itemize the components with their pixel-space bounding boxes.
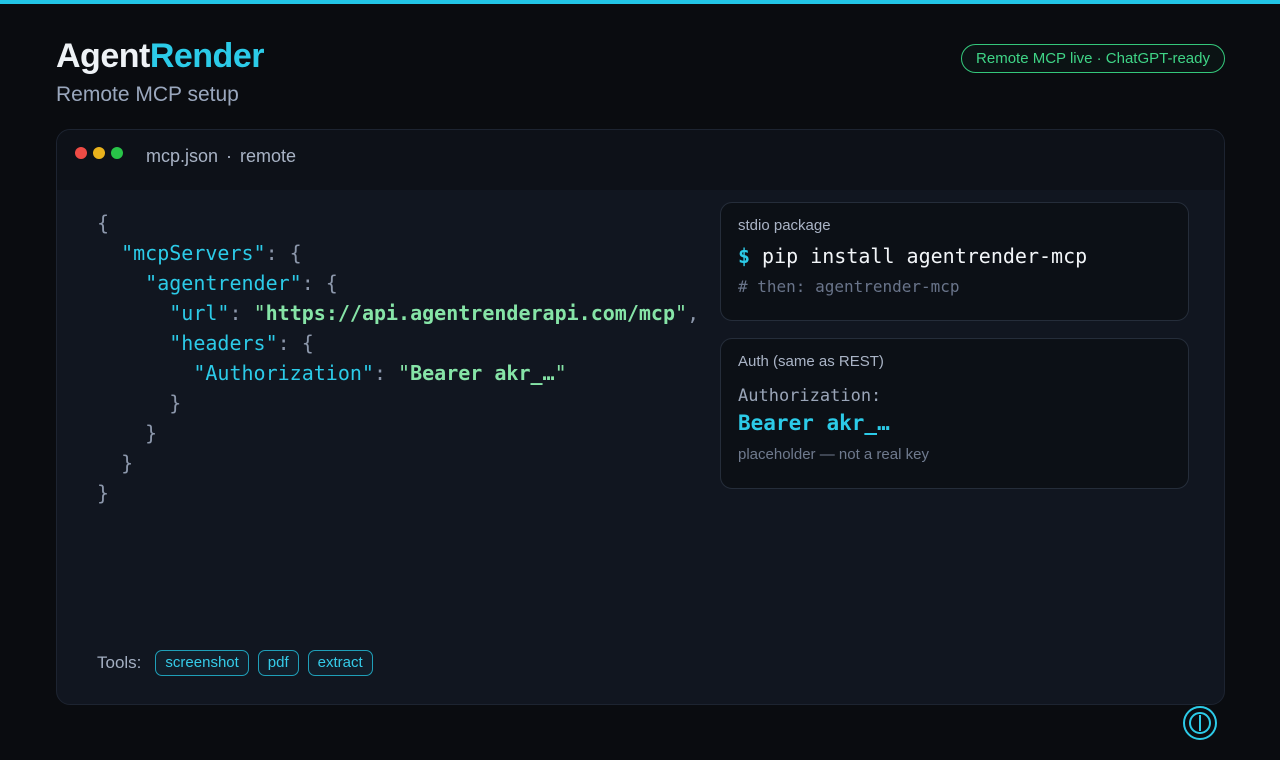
file-label: mcp.json · remote	[146, 145, 296, 167]
page-subtitle: Remote MCP setup	[56, 83, 239, 106]
brand-name-part1: Agent	[56, 37, 150, 75]
code-key-agentrender: "agentrender"	[145, 271, 302, 295]
install-command-text: pip install agentrender-mcp	[762, 244, 1088, 268]
minimize-dot-icon	[93, 147, 105, 159]
config-card: mcp.json · remote { "mcpServers": { "agent…	[56, 129, 1225, 705]
stdio-panel-title: stdio package	[738, 217, 831, 234]
tools-label: Tools:	[97, 653, 142, 672]
code-key-url: "url"	[169, 301, 230, 325]
brand-logo: AgentRender	[56, 36, 264, 76]
code-block[interactable]: { "mcpServers": { "agentrender": { "url"…	[97, 208, 699, 508]
auth-note: placeholder — not a real key	[738, 446, 929, 463]
tool-chip-screenshot[interactable]: screenshot	[155, 650, 249, 676]
auth-panel-title: Auth (same as REST)	[738, 353, 884, 370]
window-titlebar: mcp.json · remote	[57, 130, 1224, 190]
brand-name-part2: Render	[149, 37, 265, 75]
status-badge: Remote MCP live · ChatGPT-ready	[961, 44, 1225, 73]
tool-chip-extract[interactable]: extract	[307, 650, 373, 676]
top-accent-bar	[0, 0, 1280, 4]
file-label-separator: ·	[226, 146, 233, 166]
install-comment: # then: agentrender-mcp	[738, 277, 960, 296]
close-dot-icon	[75, 147, 87, 159]
code-value-authorization: Bearer akr_…	[410, 361, 555, 385]
code-key-authorization: "Authorization"	[193, 361, 374, 385]
power-icon-bar	[1199, 715, 1201, 731]
power-icon[interactable]	[1183, 706, 1217, 740]
auth-header-value[interactable]: Bearer akr_…	[738, 411, 890, 435]
maximize-dot-icon	[111, 147, 123, 159]
auth-panel: Auth (same as REST) Authorization: Beare…	[720, 338, 1189, 489]
auth-header-key: Authorization:	[738, 386, 882, 406]
prompt-symbol: $	[738, 244, 751, 268]
install-command[interactable]: $ pip install agentrender-mcp	[738, 244, 1087, 268]
stdio-panel: stdio package $ pip install agentrender-m…	[720, 202, 1189, 321]
code-key-headers: "headers"	[169, 331, 278, 355]
file-name: mcp.json	[146, 146, 219, 166]
tools-row: Tools: screenshot pdf extract	[97, 650, 373, 676]
file-mode: remote	[240, 146, 297, 166]
tool-chip-pdf[interactable]: pdf	[257, 650, 299, 676]
code-value-url: https://api.agentrenderapi.com/mcp	[265, 301, 676, 325]
code-key-mcpservers: "mcpServers"	[121, 241, 266, 265]
